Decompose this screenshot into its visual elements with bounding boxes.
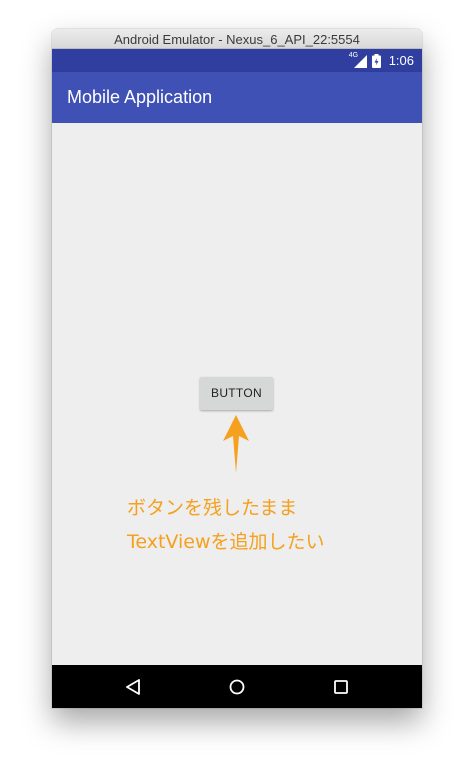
emulator-window: Android Emulator - Nexus_6_API_22:5554 4… (52, 29, 422, 708)
nav-back-button[interactable] (113, 665, 153, 708)
recents-icon (334, 679, 348, 694)
app-title: Mobile Application (67, 87, 213, 107)
main-content: BUTTON ボタンを残したまま TextViewを追加したい (52, 123, 422, 665)
battery-icon (371, 53, 381, 68)
back-icon (126, 678, 140, 695)
app-bar: Mobile Application (52, 72, 422, 123)
status-time: 1:06 (388, 53, 414, 68)
main-button[interactable]: BUTTON (200, 377, 273, 410)
navigation-bar (52, 665, 422, 708)
annotation-arrow-icon (223, 415, 249, 473)
home-icon (229, 679, 245, 694)
status-bar: 4G 1:06 (52, 49, 422, 72)
signal-icon (353, 54, 367, 68)
window-titlebar[interactable]: Android Emulator - Nexus_6_API_22:5554 (52, 29, 422, 49)
signal-indicator: 4G (349, 52, 367, 68)
nav-recents-button[interactable] (321, 665, 361, 708)
annotation-line-2: TextViewを追加したい (127, 531, 325, 553)
status-icons: 4G 1:06 (349, 49, 414, 72)
annotation-line-1: ボタンを残したまま (127, 497, 298, 519)
nav-home-button[interactable] (217, 665, 257, 708)
window-title: Android Emulator - Nexus_6_API_22:5554 (114, 32, 360, 47)
